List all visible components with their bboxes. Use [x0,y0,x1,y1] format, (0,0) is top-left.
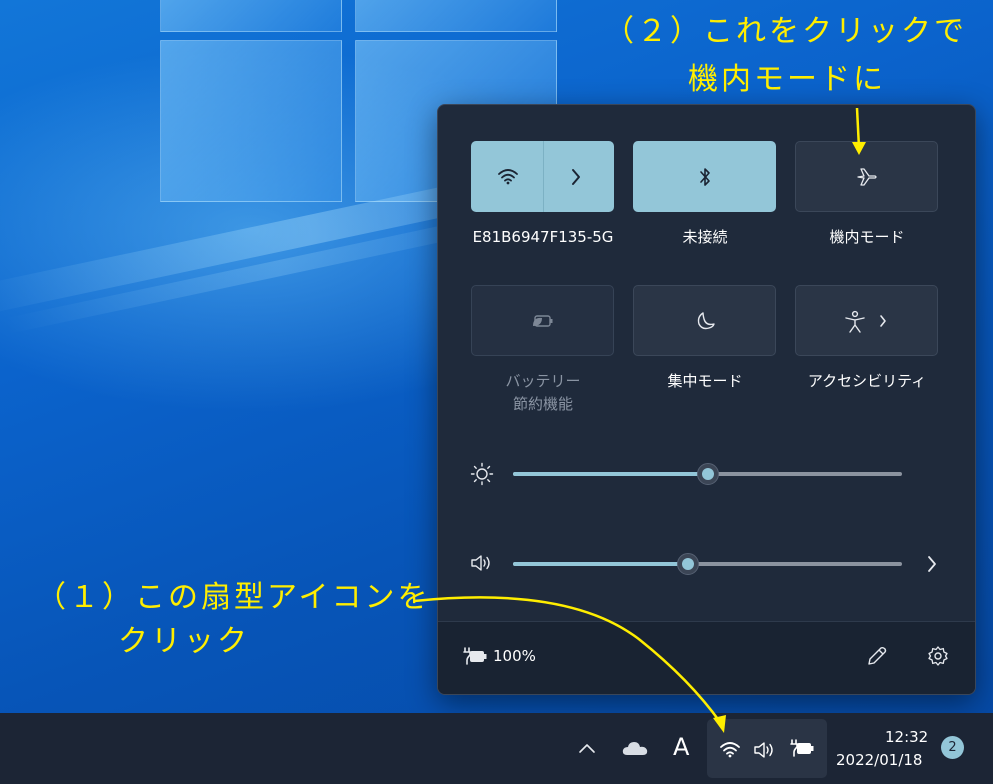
clock-time[interactable]: 12:32 [885,728,928,746]
edit-icon[interactable] [866,645,888,667]
annotation-step2-line2: 機内モードに [688,62,886,97]
network-volume-battery-tray[interactable] [707,719,827,778]
wifi-tile[interactable] [471,141,614,212]
clock-date[interactable]: 2022/01/18 [836,751,922,769]
battery-percentage: 100% [493,647,536,665]
accessibility-expand-chevron-icon[interactable] [878,314,888,328]
brightness-slider-thumb[interactable] [696,463,719,485]
moon-icon [697,311,715,329]
airplane-mode-tile-label: 機内モード [829,228,905,246]
speaker-icon[interactable] [753,740,777,760]
battery-saver-tile[interactable] [471,285,614,356]
taskbar: A 12:32 2022/01/18 2 [0,713,993,784]
accessibility-tile[interactable] [795,285,938,356]
wifi-tile-label: E81B6947F135-5G [472,228,614,246]
battery-saver-icon [532,314,552,327]
annotation-step1-line1: （１）この扇型アイコンを [36,580,431,615]
volume-output-chevron-icon[interactable] [926,555,938,573]
brightness-slider[interactable] [513,463,902,485]
bluetooth-tile-label: 未接続 [682,228,728,246]
volume-slider-thumb[interactable] [677,553,700,575]
chevron-up-icon[interactable] [578,742,596,754]
speaker-icon[interactable] [470,553,494,573]
wifi-icon[interactable] [719,740,741,758]
wifi-icon[interactable] [497,167,519,185]
airplane-icon [856,167,877,186]
notification-badge[interactable]: 2 [941,736,964,759]
annotation-step2-line1: （２）これをクリックで [604,14,967,49]
battery-charging-icon[interactable] [789,738,815,758]
annotation-step1-line2: クリック [118,624,250,659]
bluetooth-icon [699,167,710,186]
focus-assist-tile-label: 集中モード [667,372,743,390]
quick-settings-panel: E81B6947F135-5G 未接続 機内モード バッテリー 節約機能 集中モ… [437,104,976,695]
brightness-icon [470,462,494,486]
airplane-mode-tile[interactable] [795,141,938,212]
accessibility-icon [845,310,865,333]
volume-slider[interactable] [513,553,902,575]
battery-charging-icon [463,647,487,665]
bluetooth-tile[interactable] [633,141,776,212]
quick-settings-footer: 100% [438,621,975,694]
accessibility-tile-label: アクセシビリティ [807,372,927,390]
ime-indicator[interactable]: A [673,733,689,761]
focus-assist-tile[interactable] [633,285,776,356]
battery-saver-tile-label-line2: 節約機能 [512,395,573,413]
wifi-expand-chevron-icon[interactable] [570,168,582,186]
battery-saver-tile-label-line1: バッテリー [505,372,581,390]
settings-icon[interactable] [927,645,949,667]
onedrive-cloud-icon[interactable] [621,739,649,757]
